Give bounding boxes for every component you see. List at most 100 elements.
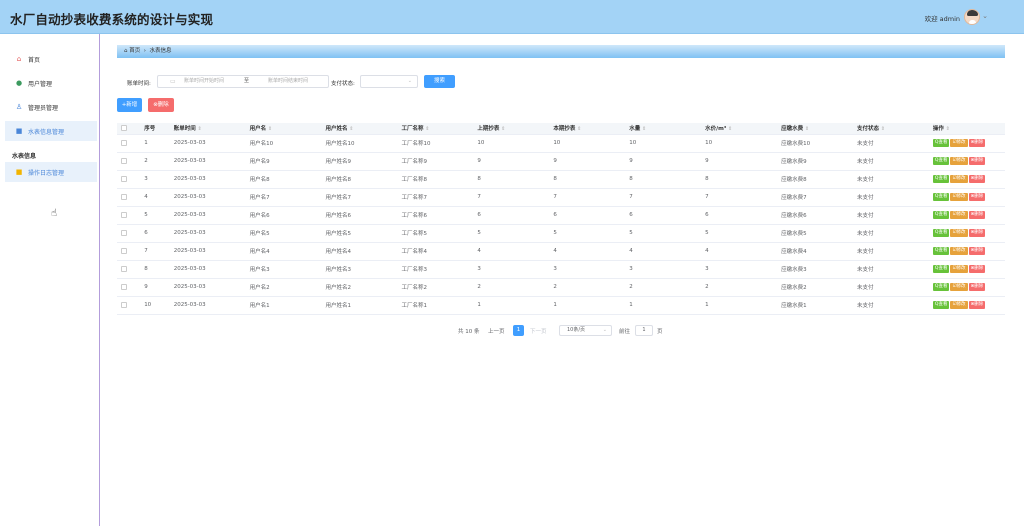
edit-button[interactable]: ☑修改 <box>950 139 968 147</box>
column-header[interactable]: 上期抄表 ⇕ <box>473 123 550 135</box>
row-checkbox[interactable] <box>117 188 141 207</box>
row-delete-button[interactable]: ⊗删除 <box>968 139 986 147</box>
sort-icon[interactable]: ⇕ <box>879 126 885 132</box>
delete-button[interactable]: ⊗删除 <box>148 98 174 112</box>
edit-button[interactable]: ☑修改 <box>950 175 968 183</box>
column-header[interactable]: 用户名 ⇕ <box>245 123 322 135</box>
row-checkbox[interactable] <box>117 242 141 261</box>
table-cell: 用户名7 <box>245 188 322 207</box>
edit-button[interactable]: ☑修改 <box>950 265 968 273</box>
edit-button[interactable]: ☑修改 <box>950 193 968 201</box>
view-button[interactable]: Q查看 <box>932 175 950 183</box>
sort-icon[interactable]: ⇕ <box>803 126 809 132</box>
column-header[interactable]: 水价/m³ ⇕ <box>701 123 778 135</box>
sort-icon[interactable]: ⇕ <box>266 126 272 132</box>
sidebar-item-admins[interactable]: ♙ 管理员管理 <box>5 97 97 117</box>
view-button[interactable]: Q查看 <box>932 301 950 309</box>
row-delete-button[interactable]: ⊗删除 <box>968 265 986 273</box>
row-delete-button[interactable]: ⊗删除 <box>968 193 986 201</box>
sort-icon[interactable]: ⇕ <box>726 126 732 132</box>
row-checkbox[interactable] <box>117 224 141 243</box>
row-delete-button[interactable]: ⊗删除 <box>968 157 986 165</box>
edit-button[interactable]: ☑修改 <box>950 157 968 165</box>
sort-icon[interactable]: ⇕ <box>423 126 429 132</box>
sidebar-item-home[interactable]: ⌂ 首页 <box>5 49 97 69</box>
view-button[interactable]: Q查看 <box>932 193 950 201</box>
column-header[interactable]: 本期抄表 ⇕ <box>549 123 626 135</box>
column-header[interactable]: 水量 ⇕ <box>625 123 702 135</box>
row-checkbox[interactable] <box>117 170 141 189</box>
start-date-input[interactable]: 账单时间开始时间 <box>184 76 224 87</box>
sort-icon[interactable]: ⇕ <box>348 126 353 132</box>
column-header-label: 序号 <box>144 126 156 133</box>
column-header-label: 上期抄表 <box>477 126 500 133</box>
end-date-input[interactable]: 账单时间结束时间 <box>268 76 308 87</box>
view-button[interactable]: Q查看 <box>932 247 950 255</box>
sidebar-item-users[interactable]: ● 用户管理 <box>5 73 97 93</box>
select-all-checkbox[interactable] <box>117 123 141 135</box>
column-header[interactable]: 工厂名称 ⇕ <box>397 123 474 135</box>
sidebar-item-meter-info[interactable]: ■ 水表信息管理 <box>5 121 97 141</box>
view-button[interactable]: Q查看 <box>932 139 950 147</box>
avatar[interactable] <box>964 9 980 25</box>
column-header[interactable]: 用户姓名 ⇕ <box>321 123 398 135</box>
add-button[interactable]: +新增 <box>117 98 142 112</box>
table-row: 10 2025-03-03 用户名1 用户姓名1 工厂名称1 1 1 1 1 应缴水费1 未支付 Q查… <box>117 296 1005 315</box>
row-checkbox[interactable] <box>117 296 141 315</box>
pagination-goto-input[interactable]: 1 <box>635 325 653 336</box>
edit-button[interactable]: ☑修改 <box>950 229 968 237</box>
column-header[interactable]: 账单时间 ⇕ <box>169 123 246 135</box>
pagination-next[interactable]: 下一页 <box>530 327 547 335</box>
sort-icon[interactable]: ⇕ <box>944 126 950 132</box>
date-range-picker[interactable]: ▭ 账单时间开始时间 至 账单时间结束时间 <box>157 75 329 88</box>
view-button[interactable]: Q查看 <box>932 229 950 237</box>
table-cell: 应缴水费10 <box>777 134 853 153</box>
log-icon: ■ <box>15 168 23 176</box>
view-button[interactable]: Q查看 <box>932 265 950 273</box>
edit-button[interactable]: ☑修改 <box>950 301 968 309</box>
column-header[interactable]: 支付状态 ⇕ <box>853 123 929 135</box>
row-delete-button[interactable]: ⊗删除 <box>968 301 986 309</box>
row-delete-button[interactable]: ⊗删除 <box>968 211 986 219</box>
row-checkbox[interactable] <box>117 134 141 153</box>
edit-button[interactable]: ☑修改 <box>950 211 968 219</box>
table-cell: 7 <box>473 188 550 207</box>
row-delete-button[interactable]: ⊗删除 <box>968 283 986 291</box>
sort-icon[interactable]: ⇕ <box>575 126 581 132</box>
column-header[interactable]: 应缴水费 ⇕ <box>777 123 853 135</box>
sort-icon[interactable]: ⇕ <box>640 126 646 132</box>
edit-button[interactable]: ☑修改 <box>950 283 968 291</box>
chevron-down-icon: ⌄ <box>602 327 607 333</box>
pay-status-select[interactable]: ⌄ <box>360 75 418 88</box>
column-header[interactable]: 序号 <box>140 123 170 135</box>
breadcrumb-home[interactable]: 首页 <box>129 48 140 54</box>
edit-button[interactable]: ☑修改 <box>950 247 968 255</box>
row-delete-button[interactable]: ⊗删除 <box>968 229 986 237</box>
pagination-prev[interactable]: 上一页 <box>488 327 505 335</box>
view-button[interactable]: Q查看 <box>932 157 950 165</box>
row-delete-button[interactable]: ⊗删除 <box>968 247 986 255</box>
row-delete-button[interactable]: ⊗删除 <box>968 175 986 183</box>
pagination-current-page[interactable]: 1 <box>513 325 524 336</box>
view-button[interactable]: Q查看 <box>932 283 950 291</box>
row-checkbox[interactable] <box>117 260 141 279</box>
view-button[interactable]: Q查看 <box>932 211 950 219</box>
table-cell: 用户名6 <box>245 206 322 225</box>
sidebar-item-operation-log[interactable]: ■ 操作日志管理 <box>5 162 97 182</box>
breadcrumb: ⌂ 首页 › 水表信息 <box>117 45 1005 58</box>
row-checkbox[interactable] <box>117 278 141 297</box>
sort-icon[interactable]: ⇕ <box>499 126 505 132</box>
table-cell: 未支付 <box>853 224 929 243</box>
page-size-select[interactable]: 10条/页 ⌄ <box>559 325 612 336</box>
sort-icon[interactable]: ⇕ <box>196 126 201 132</box>
row-checkbox[interactable] <box>117 152 141 171</box>
sidebar-item-label: 首页 <box>28 56 41 64</box>
chevron-down-icon[interactable]: ⌄ <box>982 12 988 20</box>
table-cell: 未支付 <box>853 278 929 297</box>
column-header[interactable]: 操作 ⇕ <box>928 123 1005 135</box>
table-cell: 应缴水费4 <box>777 242 853 261</box>
row-checkbox[interactable] <box>117 206 141 225</box>
admin-icon: ♙ <box>15 103 23 111</box>
search-button[interactable]: 搜索 <box>424 75 455 88</box>
table-cell: 工厂名称7 <box>397 188 474 207</box>
